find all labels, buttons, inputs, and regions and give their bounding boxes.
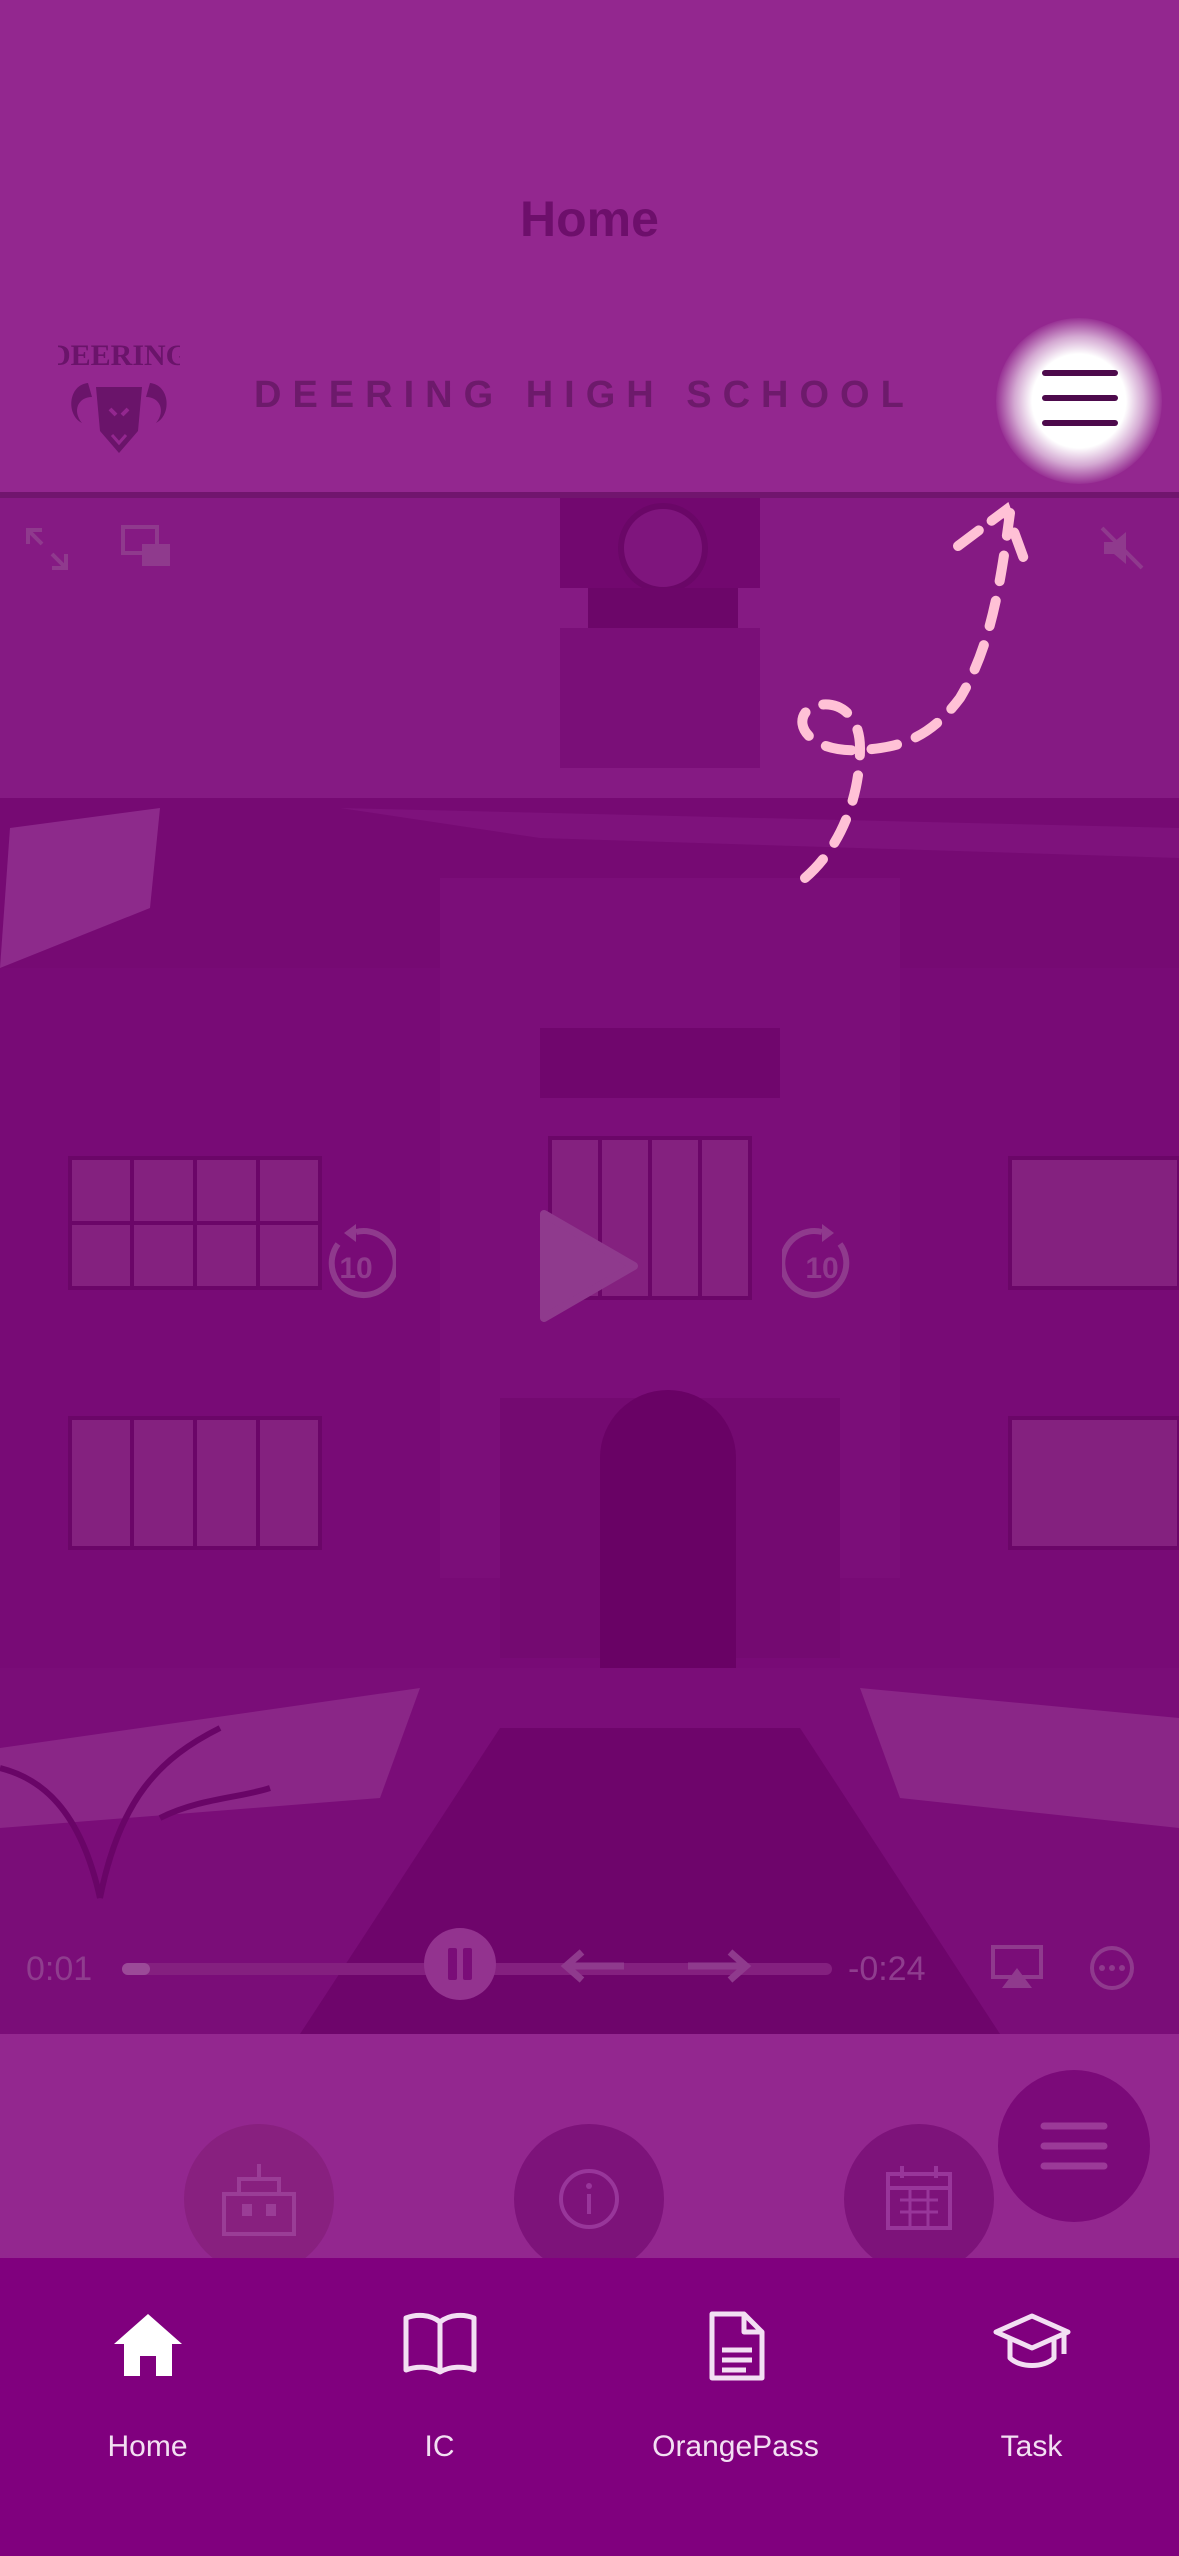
tab-label-task: Task <box>1000 2430 1063 2463</box>
arrow-left-icon[interactable] <box>560 1948 626 1989</box>
pause-icon <box>448 1948 472 1980</box>
tab-orangepass[interactable]: OrangePass <box>588 2258 883 2556</box>
time-elapsed: 0:01 <box>26 1950 93 1988</box>
graduation-cap-icon <box>993 2313 1070 2368</box>
arrow-right-icon[interactable] <box>686 1948 752 1989</box>
school-building-icon <box>222 2164 296 2236</box>
fullscreen-icon[interactable] <box>24 526 70 577</box>
airplay-icon[interactable] <box>990 1944 1044 1995</box>
skip-back-icon[interactable]: 10 <box>316 1224 399 1304</box>
more-options-icon[interactable] <box>1088 1944 1136 1997</box>
document-icon <box>709 2311 764 2381</box>
mute-icon[interactable] <box>1098 524 1146 577</box>
tab-task[interactable]: Task <box>884 2258 1179 2556</box>
svg-text:10: 10 <box>805 1252 838 1285</box>
tab-ic[interactable]: IC <box>292 2258 587 2556</box>
video-player[interactable]: 10 10 <box>0 498 1179 2034</box>
time-remaining: -0:24 <box>848 1950 926 1988</box>
quick-action-calendar[interactable] <box>844 2124 994 2274</box>
school-logo: DEERING <box>49 335 189 461</box>
skip-forward-icon[interactable]: 10 <box>779 1224 862 1304</box>
tab-label-orangepass: OrangePass <box>652 2430 819 2463</box>
info-icon <box>559 2169 619 2229</box>
scrub-progress <box>122 1963 151 1975</box>
hamburger-icon[interactable] <box>1042 370 1118 426</box>
tab-label-home: Home <box>107 2430 188 2463</box>
quick-action-info[interactable] <box>514 2124 664 2274</box>
tab-label-ic: IC <box>424 2430 455 2463</box>
menu-lines-icon <box>1040 2122 1108 2170</box>
school-name: DEERING HIGH SCHOOL <box>254 374 915 416</box>
tab-bar: Home IC OrangePass Task <box>0 2258 1179 2556</box>
svg-text:DEERING: DEERING <box>58 339 180 372</box>
tab-home[interactable]: Home <box>0 2258 295 2556</box>
home-icon <box>113 2314 182 2376</box>
svg-text:10: 10 <box>339 1252 372 1285</box>
floating-menu-button[interactable] <box>998 2070 1150 2222</box>
play-icon[interactable] <box>538 1208 638 1324</box>
book-icon <box>403 2312 476 2375</box>
page-title: Home <box>520 191 659 247</box>
picture-in-picture-icon[interactable] <box>120 524 174 575</box>
quick-action-school[interactable] <box>184 2124 334 2274</box>
calendar-icon <box>886 2166 952 2230</box>
pause-button[interactable] <box>424 1928 496 2000</box>
